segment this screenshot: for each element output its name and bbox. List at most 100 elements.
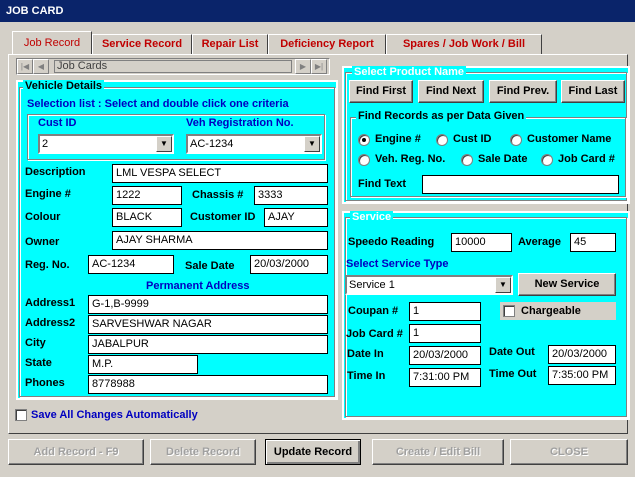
address2-label: Address2 [25,317,76,329]
chargeable-checkbox[interactable] [503,305,515,317]
product-legend: Select Product Name [352,66,467,78]
window-title: JOB CARD [0,0,635,22]
customer-id-label: Customer ID [190,211,256,223]
sale-date-radio-label: Sale Date [478,153,528,165]
find-text-input[interactable] [422,175,619,194]
chassis-label: Chassis # [192,189,244,201]
tab-deficiency-report[interactable]: Deficiency Report [268,34,386,54]
colour-field[interactable]: BLACK [112,208,182,227]
address1-label: Address1 [25,297,76,309]
time-out-label: Time Out [489,368,537,380]
owner-field[interactable]: AJAY SHARMA [112,231,328,250]
nav-last-icon[interactable]: ▶| [311,59,327,74]
colour-label: Colour [25,211,61,223]
cust-id-radio[interactable] [436,134,448,146]
save-all-checkbox[interactable] [15,409,27,421]
find-text-label: Find Text [358,178,407,190]
permanent-address-label: Permanent Address [146,280,250,292]
nav-first-icon[interactable]: |◀ [17,59,33,74]
record-navigator: |◀ ◀ Job Cards ▶ ▶| [16,58,330,75]
update-record-button[interactable]: Update Record [265,439,361,465]
date-out-field[interactable]: 20/03/2000 [548,345,616,364]
time-in-field[interactable]: 7:31:00 PM [409,368,481,387]
sale-date-radio[interactable] [461,154,473,166]
customer-name-radio-label: Customer Name [527,133,612,145]
engine-radio[interactable] [358,134,370,146]
veh-reg-radio-label: Veh. Reg. No. [375,153,446,165]
cust-id-combo[interactable]: 2 ▼ [38,134,174,154]
address1-field[interactable]: G-1,B-9999 [88,295,328,314]
customer-id-field[interactable]: AJAY [264,208,328,227]
find-records-legend: Find Records as per Data Given [356,110,527,122]
save-all-label: Save All Changes Automatically [31,409,198,421]
service-type-label: Select Service Type [346,258,449,270]
close-button[interactable]: CLOSE [510,439,628,465]
new-service-button[interactable]: New Service [518,273,616,296]
cust-id-value: 2 [42,138,49,150]
speedo-field[interactable]: 10000 [451,233,512,252]
chargeable-label: Chargeable [521,305,581,317]
average-label: Average [518,236,562,248]
tab-job-record[interactable]: Job Record [12,31,92,54]
time-in-label: Time In [347,370,386,382]
description-label: Description [25,166,86,178]
nav-caption: Job Cards [54,60,292,73]
coupan-field[interactable]: 1 [409,302,481,321]
time-out-field[interactable]: 7:35:00 PM [548,366,616,385]
speedo-label: Speedo Reading [348,236,435,248]
veh-reg-radio[interactable] [358,154,370,166]
veh-reg-label: Veh Registration No. [186,117,294,129]
engine-radio-label: Engine # [375,133,421,145]
engine-label: Engine # [25,188,71,200]
job-card-radio[interactable] [541,154,553,166]
chevron-down-icon[interactable]: ▼ [495,277,511,293]
owner-label: Owner [25,236,60,248]
service-type-value: Service 1 [349,279,395,291]
find-first-button[interactable]: Find First [349,80,413,103]
address2-field[interactable]: SARVESHWAR NAGAR [88,315,328,334]
nav-next-icon[interactable]: ▶ [295,59,311,74]
phones-field[interactable]: 8778988 [88,375,328,394]
nav-prev-icon[interactable]: ◀ [33,59,49,74]
phones-label: Phones [25,377,65,389]
job-card-radio-label: Job Card # [558,153,615,165]
state-field[interactable]: M.P. [88,355,198,374]
customer-name-radio[interactable] [510,134,522,146]
service-legend: Service [350,211,394,223]
city-label: City [25,337,46,349]
chevron-down-icon[interactable]: ▼ [156,136,172,152]
create-edit-bill-button[interactable]: Create / Edit Bill [372,439,504,465]
date-out-label: Date Out [489,346,535,358]
selection-hint: Selection list : Select and double click… [27,98,289,110]
reg-no-label: Reg. No. [25,259,70,271]
coupan-label: Coupan # [348,305,399,317]
veh-reg-combo[interactable]: AC-1234 ▼ [186,134,322,154]
cust-id-radio-label: Cust ID [453,133,492,145]
find-next-button[interactable]: Find Next [418,80,484,103]
tab-spares-job-work-bill[interactable]: Spares / Job Work / Bill [386,34,542,54]
city-field[interactable]: JABALPUR [88,335,328,354]
tab-service-record[interactable]: Service Record [92,34,192,54]
find-prev-button[interactable]: Find Prev. [489,80,557,103]
engine-field[interactable]: 1222 [112,186,182,205]
cust-id-label: Cust ID [38,117,77,129]
sale-date-field[interactable]: 20/03/2000 [250,255,328,274]
tab-repair-list[interactable]: Repair List [192,34,268,54]
reg-no-field[interactable]: AC-1234 [88,255,174,274]
date-in-label: Date In [347,348,384,360]
job-card-label: Job Card # [346,328,403,340]
chevron-down-icon[interactable]: ▼ [304,136,320,152]
service-type-combo[interactable]: Service 1 ▼ [345,275,513,295]
average-field[interactable]: 45 [570,233,616,252]
vehicle-details-legend: Vehicle Details [23,80,105,92]
delete-record-button[interactable]: Delete Record [150,439,256,465]
job-card-field[interactable]: 1 [409,324,481,343]
description-field[interactable]: LML VESPA SELECT [112,164,328,183]
sale-date-label: Sale Date [185,260,235,272]
add-record-button[interactable]: Add Record - F9 [8,439,144,465]
state-label: State [25,357,52,369]
veh-reg-value: AC-1234 [190,138,234,150]
chassis-field[interactable]: 3333 [254,186,328,205]
date-in-field[interactable]: 20/03/2000 [409,346,481,365]
find-last-button[interactable]: Find Last [561,80,625,103]
